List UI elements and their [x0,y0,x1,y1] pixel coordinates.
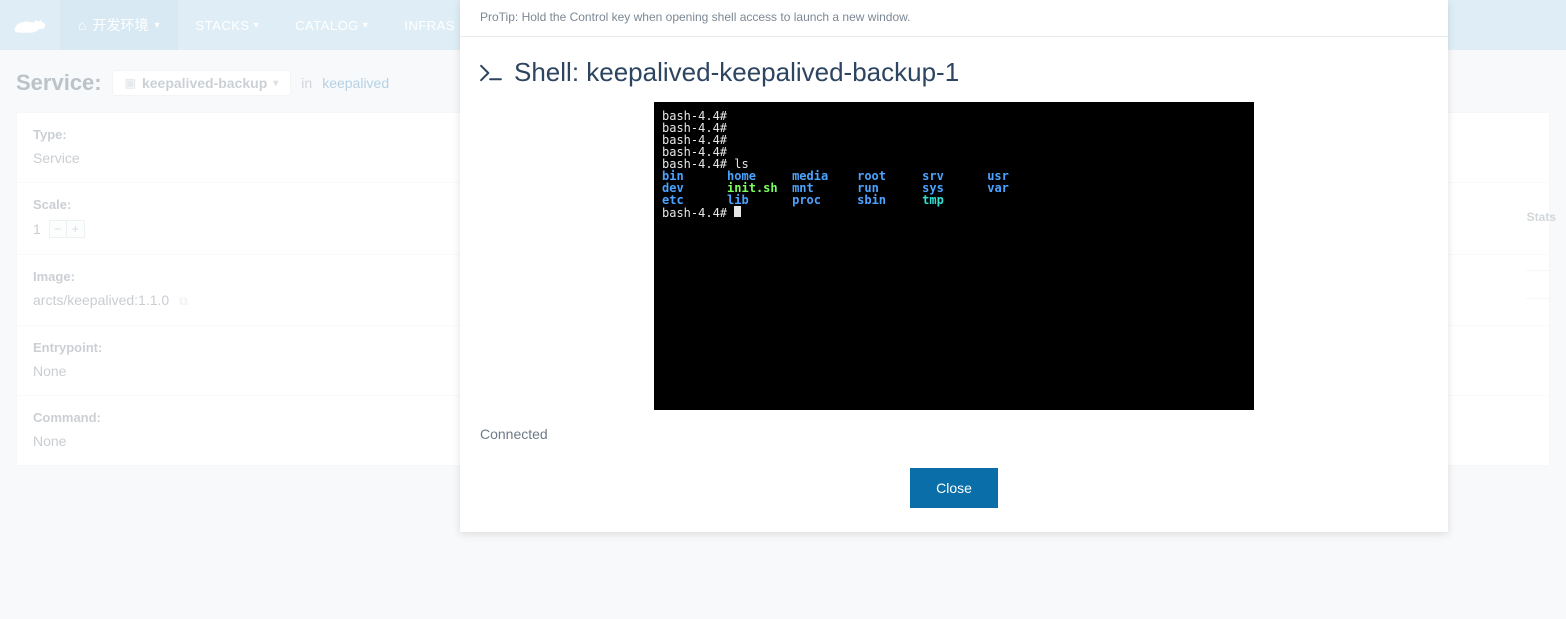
terminal-cursor [734,206,741,217]
dir: lib [727,193,749,207]
dir: var [987,181,1009,195]
shell-title-text: Shell: keepalived-keepalived-backup-1 [514,57,959,88]
shell-modal: ProTip: Hold the Control key when openin… [460,0,1448,532]
terminal-icon [480,64,502,82]
terminal[interactable]: bash-4.4# bash-4.4# bash-4.4# bash-4.4# … [654,102,1254,410]
shell-title: Shell: keepalived-keepalived-backup-1 [460,37,1448,102]
dir: sbin [857,193,886,207]
dir: etc [662,193,684,207]
dir: tmp [922,193,944,207]
protip-text: ProTip: Hold the Control key when openin… [460,0,1448,37]
connection-status: Connected [460,410,1448,442]
close-button[interactable]: Close [910,468,998,508]
dir: proc [792,193,821,207]
